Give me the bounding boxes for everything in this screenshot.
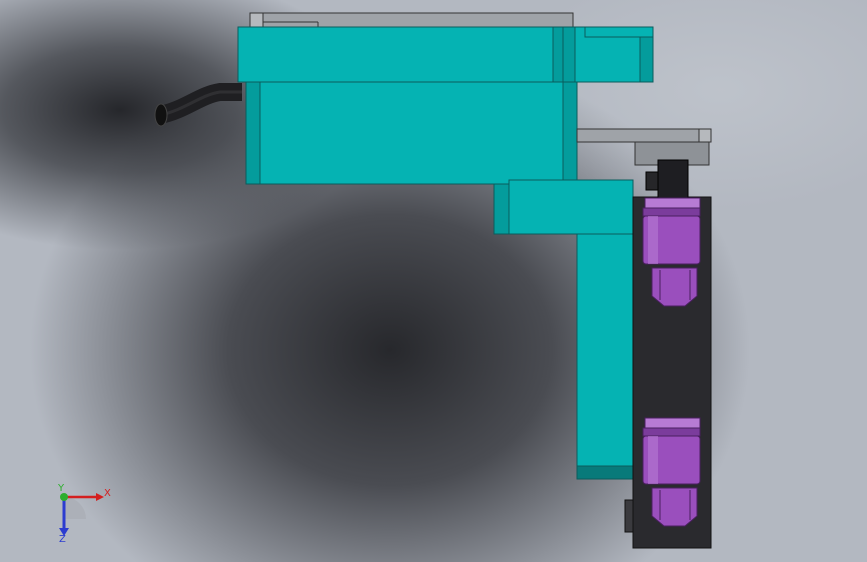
y-axis-label: Y	[57, 483, 65, 494]
x-axis-label: X	[104, 488, 111, 499]
lower-teal-block[interactable]	[245, 81, 578, 185]
nozzle-icon[interactable]	[642, 417, 701, 527]
axis-triad-icon[interactable]: X Y Z	[57, 483, 111, 545]
cad-viewport[interactable]: X Y Z	[0, 0, 867, 562]
nozzle-icon[interactable]	[642, 197, 701, 307]
hose-icon	[154, 83, 242, 127]
top-gray-plate[interactable]	[249, 12, 574, 28]
z-axis-label: Z	[59, 534, 66, 545]
upper-teal-block[interactable]	[237, 26, 654, 83]
teal-arm[interactable]	[493, 179, 634, 480]
model-canvas[interactable]: X Y Z	[0, 0, 867, 562]
right-gray-plate[interactable]	[576, 128, 712, 166]
